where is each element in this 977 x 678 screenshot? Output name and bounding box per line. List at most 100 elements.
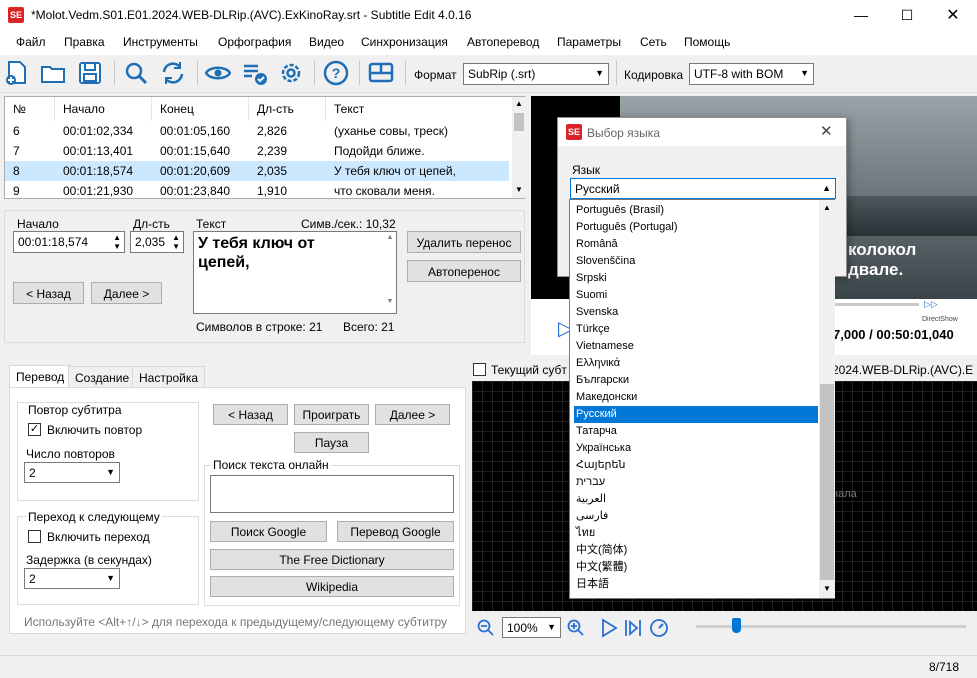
tab-translate[interactable]: Перевод — [9, 365, 72, 387]
zoom-in-icon[interactable] — [567, 619, 585, 637]
menu-help[interactable]: Помощь — [684, 35, 730, 49]
language-select[interactable]: Русский ▲ — [570, 178, 836, 199]
subtitle-text-area[interactable]: У тебя ключ от цепей, ▲ ▼ — [193, 231, 397, 314]
spell-check-icon[interactable] — [242, 60, 268, 86]
language-option[interactable]: Português (Portugal) — [576, 219, 678, 236]
free-dictionary-button[interactable]: The Free Dictionary — [210, 549, 454, 570]
start-time-input[interactable]: 00:01:18,574 ▲ ▼ — [13, 231, 125, 253]
dropdown-scrollbar[interactable]: ▲ ▼ — [819, 200, 835, 598]
language-option[interactable]: Svenska — [576, 304, 618, 321]
menu-autotranslate[interactable]: Автоперевод — [467, 35, 539, 49]
menu-edit[interactable]: Правка — [64, 35, 105, 49]
dialog-close-icon[interactable]: ✕ — [820, 122, 833, 140]
play-selection-icon[interactable] — [624, 618, 642, 638]
duration-input[interactable]: 2,035 ▲ ▼ — [130, 231, 184, 253]
menu-file[interactable]: Файл — [16, 35, 46, 49]
column-header-start[interactable]: Начало — [55, 97, 152, 121]
search-icon[interactable] — [123, 60, 149, 86]
scroll-thumb[interactable] — [514, 113, 524, 131]
column-header-end[interactable]: Конец — [152, 97, 249, 121]
fast-forward-icon[interactable]: ▷▷ — [924, 299, 938, 310]
minimize-button[interactable]: — — [838, 0, 884, 31]
menu-tools[interactable]: Инструменты — [123, 35, 198, 49]
text-scrollbar[interactable]: ▲ ▼ — [384, 234, 396, 311]
column-header-duration[interactable]: Дл-сть — [249, 97, 326, 121]
zoom-select[interactable]: 100% ▼ — [502, 617, 561, 638]
enable-next-checkbox[interactable] — [28, 530, 41, 543]
format-select[interactable]: SubRip (.srt) ▼ — [463, 63, 609, 85]
language-option[interactable]: Slovenščina — [576, 253, 635, 270]
pause-button[interactable]: Пауза — [294, 432, 369, 453]
column-header-number[interactable]: № — [5, 97, 55, 121]
new-file-icon[interactable] — [4, 60, 30, 86]
google-translate-button[interactable]: Перевод Google — [337, 521, 454, 542]
language-option-selected[interactable]: Русский — [574, 406, 818, 423]
scroll-down-icon[interactable]: ▼ — [823, 584, 831, 593]
stepper-icon[interactable]: ▲ ▼ — [172, 233, 180, 251]
search-text-input[interactable] — [210, 475, 454, 513]
tab-settings[interactable]: Настройка — [132, 366, 206, 388]
remove-linebreak-button[interactable]: Удалить перенос — [407, 231, 521, 253]
language-option[interactable]: ไทย — [576, 525, 595, 542]
speed-icon[interactable] — [649, 618, 669, 638]
language-option[interactable]: Suomi — [576, 287, 607, 304]
scroll-up-icon[interactable]: ▲ — [515, 99, 523, 108]
language-option[interactable]: Български — [576, 372, 629, 389]
language-option[interactable]: Vietnamese — [576, 338, 634, 355]
language-option[interactable]: Ελληνικά — [576, 355, 620, 372]
wikipedia-button[interactable]: Wikipedia — [210, 576, 454, 597]
layout-icon[interactable] — [368, 60, 394, 86]
scroll-down-icon[interactable]: ▼ — [515, 185, 523, 194]
language-option[interactable]: Македонски — [576, 389, 637, 406]
google-search-button[interactable]: Поиск Google — [210, 521, 327, 542]
next-subtitle-button[interactable]: Далее > — [91, 282, 162, 304]
language-option[interactable]: العربية — [576, 491, 606, 508]
replace-icon[interactable] — [160, 60, 186, 86]
language-option[interactable]: Română — [576, 236, 618, 253]
repeat-count-select[interactable]: 2 ▼ — [24, 462, 120, 483]
scroll-thumb[interactable] — [820, 384, 834, 580]
column-header-text[interactable]: Текст — [326, 97, 512, 121]
language-option[interactable]: Türkçe — [576, 321, 610, 338]
delay-select[interactable]: 2 ▼ — [24, 568, 120, 589]
table-row[interactable]: 9 00:01:21,930 00:01:23,840 1,910 что ск… — [5, 181, 509, 198]
language-option[interactable]: Հայերեն — [576, 457, 625, 474]
zoom-out-icon[interactable] — [477, 619, 495, 637]
language-option[interactable]: Srpski — [576, 270, 607, 287]
current-subtitle-checkbox[interactable] — [473, 363, 486, 376]
table-row[interactable]: 7 00:01:13,401 00:01:15,640 2,239 Подойд… — [5, 141, 509, 161]
prev-subtitle-button[interactable]: < Назад — [13, 282, 84, 304]
next-button[interactable]: Далее > — [375, 404, 450, 425]
language-option[interactable]: فارسی — [576, 508, 608, 525]
video-progress-track[interactable] — [831, 303, 919, 306]
maximize-button[interactable]: ☐ — [884, 0, 930, 31]
stepper-icon[interactable]: ▲ ▼ — [113, 233, 121, 251]
save-icon[interactable] — [77, 60, 103, 86]
menu-video[interactable]: Видео — [309, 35, 344, 49]
close-button[interactable]: ✕ — [930, 0, 976, 31]
menu-network[interactable]: Сеть — [640, 35, 667, 49]
tab-create[interactable]: Создание — [68, 366, 137, 388]
enable-repeat-checkbox[interactable]: ✓ — [28, 423, 41, 436]
language-option[interactable]: עברית — [576, 474, 605, 491]
back-button[interactable]: < Назад — [213, 404, 288, 425]
language-option[interactable]: 日本語 — [576, 576, 609, 593]
settings-gear-icon[interactable] — [278, 60, 304, 86]
language-option[interactable]: Português (Brasil) — [576, 202, 664, 219]
menu-options[interactable]: Параметры — [557, 35, 621, 49]
help-icon[interactable]: ? — [323, 60, 349, 86]
play-button[interactable]: Проиграть — [294, 404, 369, 425]
menu-spelling[interactable]: Орфография — [218, 35, 291, 49]
scroll-up-icon[interactable]: ▲ — [823, 203, 831, 212]
language-option[interactable]: 中文(繁體) — [576, 559, 627, 576]
auto-linebreak-button[interactable]: Автоперенос — [407, 260, 521, 282]
language-option[interactable]: Татарча — [576, 423, 617, 440]
table-row-selected[interactable]: 8 00:01:18,574 00:01:20,609 2,035 У тебя… — [5, 161, 509, 181]
waveform-position-thumb[interactable] — [732, 618, 741, 633]
visual-sync-icon[interactable] — [205, 60, 231, 86]
play-waveform-icon[interactable] — [600, 618, 618, 638]
language-option[interactable]: 中文(简体) — [576, 542, 627, 559]
menu-sync[interactable]: Синхронизация — [361, 35, 448, 49]
table-row[interactable]: 6 00:01:02,334 00:01:05,160 2,826 (ухань… — [5, 121, 509, 141]
open-folder-icon[interactable] — [40, 60, 66, 86]
